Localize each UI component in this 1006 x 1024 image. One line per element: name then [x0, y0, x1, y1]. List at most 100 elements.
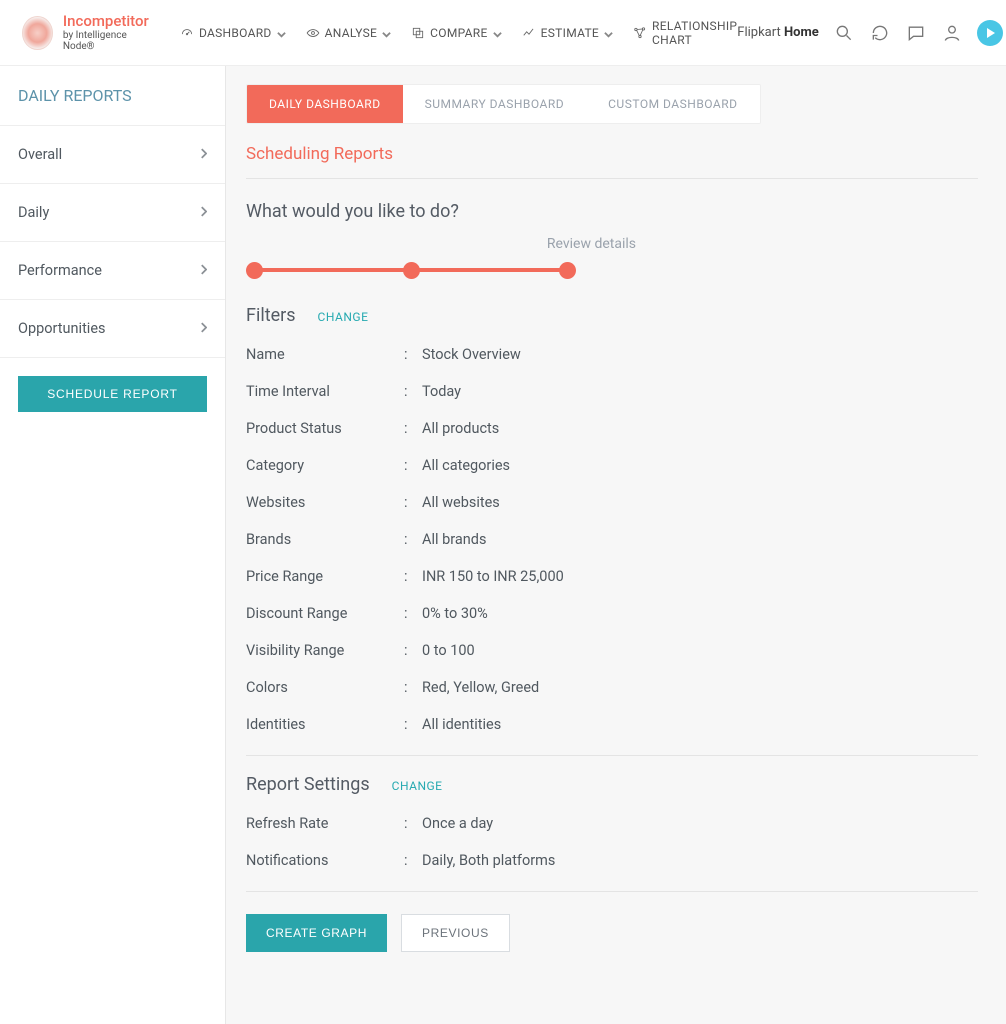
kv-row: Price Range:INR 150 to INR 25,000	[246, 568, 978, 585]
play-button[interactable]	[977, 20, 1003, 46]
kv-value: All websites	[422, 494, 500, 511]
logo-icon	[22, 16, 53, 50]
kv-key: Time Interval	[246, 383, 404, 400]
copy-icon	[411, 26, 425, 40]
kv-key: Refresh Rate	[246, 815, 404, 832]
kv-row: Identities:All identities	[246, 716, 978, 733]
kv-row: Colors:Red, Yellow, Greed	[246, 679, 978, 696]
kv-key: Category	[246, 457, 404, 474]
top-right: Flipkart Home	[737, 20, 1003, 46]
report-settings-header: Report Settings CHANGE	[246, 774, 978, 795]
account-label[interactable]: Flipkart Home	[737, 25, 819, 40]
kv-row: Discount Range:0% to 30%	[246, 605, 978, 622]
kv-value: All products	[422, 420, 499, 437]
chevron-right-icon	[200, 320, 207, 337]
nav-label: ESTIMATE	[541, 26, 599, 40]
divider	[246, 891, 978, 892]
chevron-down-icon	[493, 28, 502, 37]
sidebar-item-label: Performance	[18, 262, 102, 279]
kv-key: Brands	[246, 531, 404, 548]
kv-colon: :	[404, 346, 422, 363]
sidebar-item-overall[interactable]: Overall	[0, 125, 225, 183]
kv-colon: :	[404, 642, 422, 659]
sidebar-item-label: Daily	[18, 204, 49, 221]
kv-value: Red, Yellow, Greed	[422, 679, 539, 696]
kv-row: Websites:All websites	[246, 494, 978, 511]
kv-row: Time Interval:Today	[246, 383, 978, 400]
schedule-report-button[interactable]: SCHEDULE REPORT	[18, 376, 207, 412]
nav-label: DASHBOARD	[199, 26, 272, 40]
previous-button[interactable]: PREVIOUS	[401, 914, 510, 952]
kv-key: Colors	[246, 679, 404, 696]
nav-estimate[interactable]: ESTIMATE	[522, 26, 613, 40]
brand-name: Incompetitor	[63, 13, 152, 30]
report-settings-change-link[interactable]: CHANGE	[392, 779, 443, 793]
kv-value: Daily, Both platforms	[422, 852, 555, 869]
report-settings-title: Report Settings	[246, 774, 370, 795]
tab-summary-dashboard[interactable]: SUMMARY DASHBOARD	[403, 85, 587, 123]
main-content: DAILY DASHBOARD SUMMARY DASHBOARD CUSTOM…	[226, 66, 1006, 1024]
section-title: Scheduling Reports	[246, 144, 671, 179]
action-buttons: CREATE GRAPH PREVIOUS	[246, 914, 978, 952]
dashboard-tabs: DAILY DASHBOARD SUMMARY DASHBOARD CUSTOM…	[246, 84, 761, 124]
brand-subtitle: by Intelligence Node®	[63, 30, 152, 52]
kv-key: Websites	[246, 494, 404, 511]
network-icon	[633, 26, 647, 40]
kv-row: Name:Stock Overview	[246, 346, 978, 363]
divider	[246, 178, 978, 179]
sidebar-title: DAILY REPORTS	[0, 66, 225, 125]
stepper-dot[interactable]	[246, 262, 263, 279]
nav-compare[interactable]: COMPARE	[411, 26, 501, 40]
chevron-down-icon	[604, 28, 613, 37]
stepper-dot[interactable]	[559, 262, 576, 279]
kv-colon: :	[404, 457, 422, 474]
gauge-icon	[180, 26, 194, 40]
stepper-dot[interactable]	[403, 262, 420, 279]
sidebar: DAILY REPORTS Overall Daily Performance …	[0, 66, 226, 1024]
sidebar-item-performance[interactable]: Performance	[0, 241, 225, 299]
nav-label: ANALYSE	[325, 26, 378, 40]
refresh-icon[interactable]	[869, 22, 891, 44]
sidebar-item-label: Opportunities	[18, 320, 106, 337]
tab-daily-dashboard[interactable]: DAILY DASHBOARD	[247, 85, 403, 123]
kv-colon: :	[404, 383, 422, 400]
kv-key: Price Range	[246, 568, 404, 585]
kv-row: Notifications:Daily, Both platforms	[246, 852, 978, 869]
nav-relationship-chart[interactable]: RELATIONSHIP CHART	[633, 19, 737, 47]
kv-value: Today	[422, 383, 461, 400]
sidebar-item-opportunities[interactable]: Opportunities	[0, 299, 225, 358]
kv-row: Brands:All brands	[246, 531, 978, 548]
kv-key: Discount Range	[246, 605, 404, 622]
kv-value: INR 150 to INR 25,000	[422, 568, 564, 585]
kv-value: 0 to 100	[422, 642, 475, 659]
nav-label: RELATIONSHIP CHART	[652, 19, 737, 47]
chevron-right-icon	[200, 146, 207, 163]
kv-colon: :	[404, 531, 422, 548]
chat-icon[interactable]	[905, 22, 927, 44]
top-nav: DASHBOARD ANALYSE COMPARE ESTIMATE	[180, 19, 737, 47]
sidebar-item-daily[interactable]: Daily	[0, 183, 225, 241]
kv-colon: :	[404, 815, 422, 832]
prompt-question: What would you like to do?	[246, 201, 978, 222]
filters-change-link[interactable]: CHANGE	[318, 310, 369, 324]
kv-key: Identities	[246, 716, 404, 733]
user-icon[interactable]	[941, 22, 963, 44]
kv-row: Product Status:All products	[246, 420, 978, 437]
kv-row: Category:All categories	[246, 457, 978, 474]
chevron-down-icon	[382, 28, 391, 37]
nav-analyse[interactable]: ANALYSE	[306, 26, 392, 40]
kv-colon: :	[404, 679, 422, 696]
kv-colon: :	[404, 716, 422, 733]
logo-block[interactable]: Incompetitor by Intelligence Node®	[22, 13, 152, 52]
tab-custom-dashboard[interactable]: CUSTOM DASHBOARD	[586, 85, 759, 123]
kv-key: Visibility Range	[246, 642, 404, 659]
search-icon[interactable]	[833, 22, 855, 44]
nav-dashboard[interactable]: DASHBOARD	[180, 26, 286, 40]
chevron-down-icon	[277, 28, 286, 37]
kv-colon: :	[404, 852, 422, 869]
create-graph-button[interactable]: CREATE GRAPH	[246, 914, 387, 952]
kv-row: Visibility Range:0 to 100	[246, 642, 978, 659]
stepper-label: Review details	[547, 236, 636, 252]
kv-key: Name	[246, 346, 404, 363]
kv-colon: :	[404, 420, 422, 437]
